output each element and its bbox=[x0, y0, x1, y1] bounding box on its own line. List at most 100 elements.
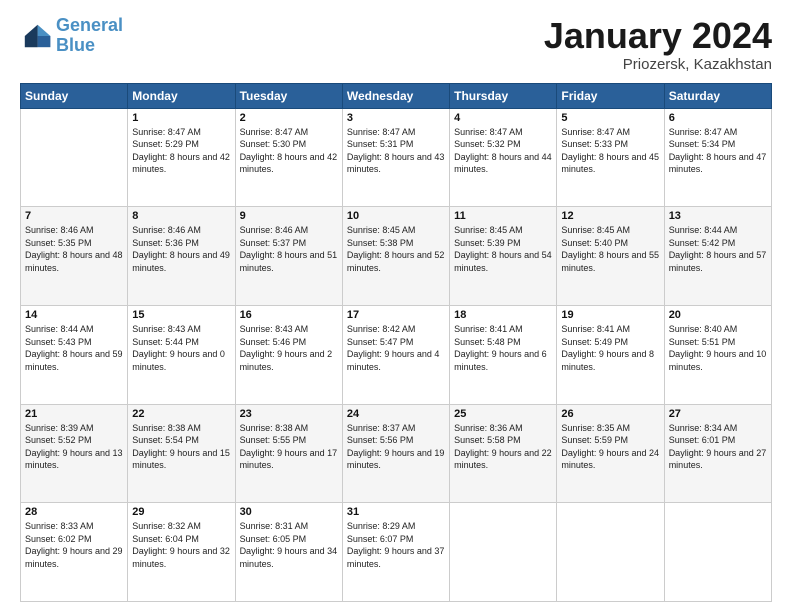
month-title: January 2024 bbox=[544, 16, 772, 56]
calendar-cell: 18 Sunrise: 8:41 AMSunset: 5:48 PMDayligh… bbox=[450, 305, 557, 404]
logo-text: General Blue bbox=[56, 16, 123, 56]
calendar-cell: 31Sunrise: 8:29 AMSunset: 6:07 PMDayligh… bbox=[342, 503, 449, 602]
day-info: Sunrise: 8:36 AMSunset: 5:58 PMDaylight:… bbox=[454, 422, 552, 472]
calendar-cell: 10Sunrise: 8:45 AMSunset: 5:38 PMDayligh… bbox=[342, 207, 449, 306]
calendar-cell: 6 Sunrise: 8:47 AMSunset: 5:34 PMDaylight… bbox=[664, 108, 771, 207]
day-number: 12 bbox=[561, 210, 659, 222]
day-number: 1 bbox=[132, 112, 230, 124]
calendar-cell: 16 Sunrise: 8:43 AMSunset: 5:46 PMDayligh… bbox=[235, 305, 342, 404]
day-info: Sunrise: 8:32 AMSunset: 6:04 PMDaylight:… bbox=[132, 520, 230, 570]
calendar-cell: 15 Sunrise: 8:43 AMSunset: 5:44 PMDayligh… bbox=[128, 305, 235, 404]
day-info: Sunrise: 8:46 AMSunset: 5:35 PMDaylight:… bbox=[25, 224, 123, 274]
weekday-header-wednesday: Wednesday bbox=[342, 83, 449, 108]
day-info: Sunrise: 8:47 AMSunset: 5:32 PMDaylight:… bbox=[454, 126, 552, 176]
calendar-cell: 28 Sunrise: 8:33 AMSunset: 6:02 PMDayligh… bbox=[21, 503, 128, 602]
weekday-header-monday: Monday bbox=[128, 83, 235, 108]
day-info: Sunrise: 8:47 AMSunset: 5:31 PMDaylight:… bbox=[347, 126, 445, 176]
calendar-cell: 12 Sunrise: 8:45 AMSunset: 5:40 PMDayligh… bbox=[557, 207, 664, 306]
calendar-cell: 4Sunrise: 8:47 AMSunset: 5:32 PMDaylight… bbox=[450, 108, 557, 207]
calendar-cell: 7 Sunrise: 8:46 AMSunset: 5:35 PMDaylight… bbox=[21, 207, 128, 306]
calendar-cell: 27 Sunrise: 8:34 AMSunset: 6:01 PMDayligh… bbox=[664, 404, 771, 503]
day-info: Sunrise: 8:43 AMSunset: 5:46 PMDaylight:… bbox=[240, 323, 338, 373]
day-number: 11 bbox=[454, 210, 552, 222]
day-info: Sunrise: 8:41 AMSunset: 5:49 PMDaylight:… bbox=[561, 323, 659, 373]
day-info: Sunrise: 8:47 AMSunset: 5:29 PMDaylight:… bbox=[132, 126, 230, 176]
day-number: 27 bbox=[669, 408, 767, 420]
day-number: 29 bbox=[132, 506, 230, 518]
calendar-cell bbox=[21, 108, 128, 207]
day-number: 13 bbox=[669, 210, 767, 222]
day-info: Sunrise: 8:42 AMSunset: 5:47 PMDaylight:… bbox=[347, 323, 445, 373]
day-info: Sunrise: 8:47 AMSunset: 5:30 PMDaylight:… bbox=[240, 126, 338, 176]
calendar-cell: 5Sunrise: 8:47 AMSunset: 5:33 PMDaylight… bbox=[557, 108, 664, 207]
day-number: 31 bbox=[347, 506, 445, 518]
day-info: Sunrise: 8:44 AMSunset: 5:42 PMDaylight:… bbox=[669, 224, 767, 274]
day-number: 7 bbox=[25, 210, 123, 222]
day-info: Sunrise: 8:47 AMSunset: 5:34 PMDaylight:… bbox=[669, 126, 767, 176]
header: General Blue January 2024 Priozersk, Kaz… bbox=[20, 16, 772, 73]
calendar-cell: 20 Sunrise: 8:40 AMSunset: 5:51 PMDayligh… bbox=[664, 305, 771, 404]
calendar-cell: 26Sunrise: 8:35 AMSunset: 5:59 PMDayligh… bbox=[557, 404, 664, 503]
day-number: 22 bbox=[132, 408, 230, 420]
logo: General Blue bbox=[20, 16, 123, 56]
calendar-cell: 24 Sunrise: 8:37 AMSunset: 5:56 PMDayligh… bbox=[342, 404, 449, 503]
day-info: Sunrise: 8:46 AMSunset: 5:37 PMDaylight:… bbox=[240, 224, 338, 274]
location-subtitle: Priozersk, Kazakhstan bbox=[544, 56, 772, 73]
day-number: 26 bbox=[561, 408, 659, 420]
day-number: 19 bbox=[561, 309, 659, 321]
calendar-cell: 22 Sunrise: 8:38 AMSunset: 5:54 PMDayligh… bbox=[128, 404, 235, 503]
day-info: Sunrise: 8:38 AMSunset: 5:55 PMDaylight:… bbox=[240, 422, 338, 472]
calendar-cell: 14Sunrise: 8:44 AMSunset: 5:43 PMDayligh… bbox=[21, 305, 128, 404]
weekday-header-friday: Friday bbox=[557, 83, 664, 108]
day-number: 15 bbox=[132, 309, 230, 321]
day-number: 5 bbox=[561, 112, 659, 124]
day-info: Sunrise: 8:37 AMSunset: 5:56 PMDaylight:… bbox=[347, 422, 445, 472]
day-number: 6 bbox=[669, 112, 767, 124]
calendar-page: General Blue January 2024 Priozersk, Kaz… bbox=[0, 0, 792, 612]
calendar-cell: 3Sunrise: 8:47 AMSunset: 5:31 PMDaylight… bbox=[342, 108, 449, 207]
calendar-cell: 17 Sunrise: 8:42 AMSunset: 5:47 PMDayligh… bbox=[342, 305, 449, 404]
calendar-cell: 23Sunrise: 8:38 AMSunset: 5:55 PMDayligh… bbox=[235, 404, 342, 503]
weekday-header-tuesday: Tuesday bbox=[235, 83, 342, 108]
calendar-cell: 25 Sunrise: 8:36 AMSunset: 5:58 PMDayligh… bbox=[450, 404, 557, 503]
calendar-week-3: 14Sunrise: 8:44 AMSunset: 5:43 PMDayligh… bbox=[21, 305, 772, 404]
weekday-header-row: SundayMondayTuesdayWednesdayThursdayFrid… bbox=[21, 83, 772, 108]
day-number: 24 bbox=[347, 408, 445, 420]
day-number: 8 bbox=[132, 210, 230, 222]
day-number: 9 bbox=[240, 210, 338, 222]
calendar-week-1: 1 Sunrise: 8:47 AMSunset: 5:29 PMDaylight… bbox=[21, 108, 772, 207]
day-info: Sunrise: 8:34 AMSunset: 6:01 PMDaylight:… bbox=[669, 422, 767, 472]
day-info: Sunrise: 8:45 AMSunset: 5:39 PMDaylight:… bbox=[454, 224, 552, 274]
day-number: 16 bbox=[240, 309, 338, 321]
calendar-cell: 9 Sunrise: 8:46 AMSunset: 5:37 PMDaylight… bbox=[235, 207, 342, 306]
day-info: Sunrise: 8:40 AMSunset: 5:51 PMDaylight:… bbox=[669, 323, 767, 373]
calendar-cell: 30Sunrise: 8:31 AMSunset: 6:05 PMDayligh… bbox=[235, 503, 342, 602]
calendar-week-4: 21Sunrise: 8:39 AMSunset: 5:52 PMDayligh… bbox=[21, 404, 772, 503]
title-block: January 2024 Priozersk, Kazakhstan bbox=[544, 16, 772, 73]
calendar-cell bbox=[450, 503, 557, 602]
calendar-table: SundayMondayTuesdayWednesdayThursdayFrid… bbox=[20, 83, 772, 602]
day-info: Sunrise: 8:45 AMSunset: 5:40 PMDaylight:… bbox=[561, 224, 659, 274]
day-number: 17 bbox=[347, 309, 445, 321]
day-info: Sunrise: 8:33 AMSunset: 6:02 PMDaylight:… bbox=[25, 520, 123, 570]
day-info: Sunrise: 8:31 AMSunset: 6:05 PMDaylight:… bbox=[240, 520, 338, 570]
calendar-cell: 13 Sunrise: 8:44 AMSunset: 5:42 PMDayligh… bbox=[664, 207, 771, 306]
day-info: Sunrise: 8:38 AMSunset: 5:54 PMDaylight:… bbox=[132, 422, 230, 472]
day-info: Sunrise: 8:45 AMSunset: 5:38 PMDaylight:… bbox=[347, 224, 445, 274]
day-number: 25 bbox=[454, 408, 552, 420]
day-info: Sunrise: 8:46 AMSunset: 5:36 PMDaylight:… bbox=[132, 224, 230, 274]
calendar-cell: 1 Sunrise: 8:47 AMSunset: 5:29 PMDaylight… bbox=[128, 108, 235, 207]
day-number: 18 bbox=[454, 309, 552, 321]
weekday-header-saturday: Saturday bbox=[664, 83, 771, 108]
weekday-header-thursday: Thursday bbox=[450, 83, 557, 108]
day-number: 20 bbox=[669, 309, 767, 321]
calendar-cell: 19 Sunrise: 8:41 AMSunset: 5:49 PMDayligh… bbox=[557, 305, 664, 404]
day-number: 2 bbox=[240, 112, 338, 124]
calendar-cell bbox=[664, 503, 771, 602]
day-number: 28 bbox=[25, 506, 123, 518]
logo-line2: Blue bbox=[56, 35, 95, 55]
calendar-cell: 11 Sunrise: 8:45 AMSunset: 5:39 PMDayligh… bbox=[450, 207, 557, 306]
day-number: 14 bbox=[25, 309, 123, 321]
day-info: Sunrise: 8:41 AMSunset: 5:48 PMDaylight:… bbox=[454, 323, 552, 373]
day-info: Sunrise: 8:43 AMSunset: 5:44 PMDaylight:… bbox=[132, 323, 230, 373]
